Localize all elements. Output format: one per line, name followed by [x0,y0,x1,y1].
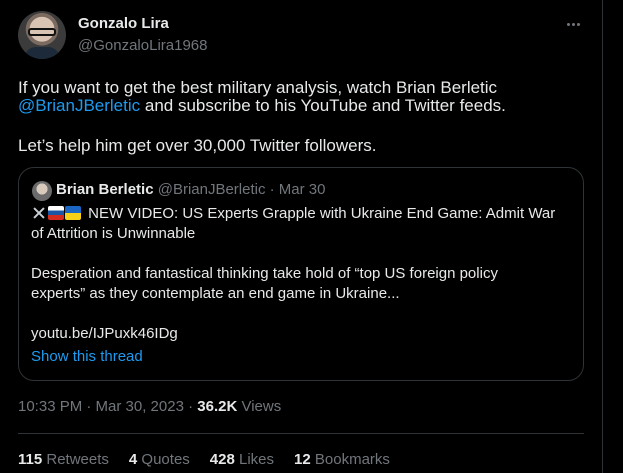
tweet-timestamp: 10:33 PM · Mar 30, 2023 · 36.2K Views [18,398,281,415]
crossed-swords-icon [31,206,47,220]
retweets-label: Retweets [46,451,109,468]
quoted-tweet-header: Brian Berletic @BrianJBerletic · Mar 30 [56,181,326,198]
bookmarks-count: 12 [294,451,311,468]
bookmarks-label: Bookmarks [314,451,390,468]
tweet-detail: Gonzalo Lira @GonzaloLira1968 If you wan… [0,0,603,473]
more-options-icon[interactable] [562,14,584,34]
divider [18,433,584,434]
likes-stat[interactable]: 428 Likes [210,451,274,468]
author-avatar[interactable] [18,11,66,59]
author-name[interactable]: Gonzalo Lira [78,15,169,32]
quoted-handle-date: @BrianJBerletic · Mar 30 [157,181,326,198]
tweet-text-line-2-rest: and subscribe to his YouTube and Twitter… [140,96,506,115]
quoted-headline-line-1: NEW VIDEO: US Experts Grapple with Ukrai… [31,204,571,224]
bookmarks-stat[interactable]: 12 Bookmarks [294,451,390,468]
time-date[interactable]: 10:33 PM · Mar 30, 2023 · [18,398,197,415]
engagement-stats: 115 Retweets 4 Quotes 428 Likes 12 Bookm… [18,451,390,468]
quotes-label: Quotes [141,451,190,468]
quoted-author-name: Brian Berletic [56,181,154,198]
quoted-headline-text: NEW VIDEO: US Experts Grapple with Ukrai… [84,205,556,222]
quotes-stat[interactable]: 4 Quotes [129,451,190,468]
author-handle[interactable]: @GonzaloLira1968 [78,37,207,54]
likes-label: Likes [239,451,275,468]
quoted-body-line-2: experts” as they contemplate an end game… [31,285,400,302]
views-count: 36.2K [197,398,238,415]
avatar-shirt [24,47,60,59]
quoted-body-line-1: Desperation and fantastical thinking tak… [31,265,498,282]
quoted-tweet[interactable]: Brian Berletic @BrianJBerletic · Mar 30 … [18,167,584,381]
avatar-glasses [28,28,56,36]
views-label: Views [237,398,282,415]
tweet-text-line-3: Let’s help him get over 30,000 Twitter f… [18,136,377,155]
russia-flag-icon [48,206,64,220]
retweets-count: 115 [18,451,43,468]
quoted-headline-line-2: of Attrition is Unwinnable [31,225,196,242]
quoted-author-avatar [32,181,52,201]
ukraine-flag-icon [65,206,81,220]
retweets-stat[interactable]: 115 Retweets [18,451,109,468]
quotes-count: 4 [128,451,138,468]
tweet-text-line-2: @BrianJBerletic and subscribe to his You… [18,95,506,117]
quoted-video-link[interactable]: youtu.be/IJPuxk46IDg [31,324,571,344]
show-thread-link[interactable]: Show this thread [31,348,143,365]
mention-link[interactable]: @BrianJBerletic [18,96,140,115]
likes-count: 428 [209,451,235,468]
